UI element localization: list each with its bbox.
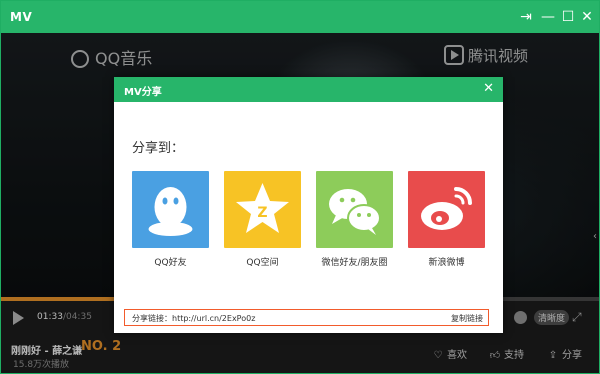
- dialog-title: MV分享: [124, 87, 162, 98]
- copy-link-button[interactable]: 复制链接: [451, 313, 483, 324]
- share-weibo-label: 新浪微博: [428, 258, 465, 268]
- share-dialog: MV分享 ✕ 分享到： Z QQ好友 QQ空间 微信好友/朋友圈 新浪微博 分享…: [114, 77, 503, 333]
- share-qzone-button[interactable]: Z: [224, 171, 301, 248]
- pin-icon: ⇥: [520, 9, 532, 25]
- window-title: MV: [10, 10, 33, 24]
- wechat-icon: [329, 189, 381, 235]
- close-window-button[interactable]: ✕: [578, 8, 596, 26]
- qzone-star-icon: Z: [236, 183, 289, 233]
- minimize-button[interactable]: —: [539, 8, 557, 26]
- title-bar: MV ⇥ — ☐ ✕: [1, 1, 599, 33]
- close-icon: ✕: [581, 9, 593, 25]
- share-link-text: 分享链接：http://url.cn/2ExPo0z: [132, 314, 256, 323]
- dialog-close-icon[interactable]: ✕: [483, 81, 494, 96]
- mv-player-window: MV ⇥ — ☐ ✕ QQ音乐 腾讯视频 ‹ 01:33/04:35 清晰度 ⤢…: [0, 0, 600, 374]
- share-weibo-button[interactable]: [408, 171, 485, 248]
- share-wechat-label: 微信好友/朋友圈: [321, 258, 388, 268]
- pin-button[interactable]: ⇥: [517, 8, 535, 26]
- share-link-field[interactable]: 分享链接：http://url.cn/2ExPo0z 复制链接: [124, 309, 489, 326]
- weibo-icon: [421, 187, 472, 230]
- share-qq-friend-label: QQ好友: [154, 258, 187, 268]
- svg-text:Z: Z: [257, 205, 267, 221]
- share-qq-friend-button[interactable]: [132, 171, 209, 248]
- maximize-icon: ☐: [561, 9, 575, 25]
- maximize-button[interactable]: ☐: [559, 8, 577, 26]
- share-to-label: 分享到：: [132, 141, 185, 156]
- dialog-header: MV分享 ✕: [114, 77, 503, 102]
- minimize-icon: —: [541, 9, 555, 25]
- share-qzone-label: QQ空间: [246, 258, 279, 268]
- qq-penguin-icon: [148, 187, 193, 236]
- share-wechat-button[interactable]: [316, 171, 393, 248]
